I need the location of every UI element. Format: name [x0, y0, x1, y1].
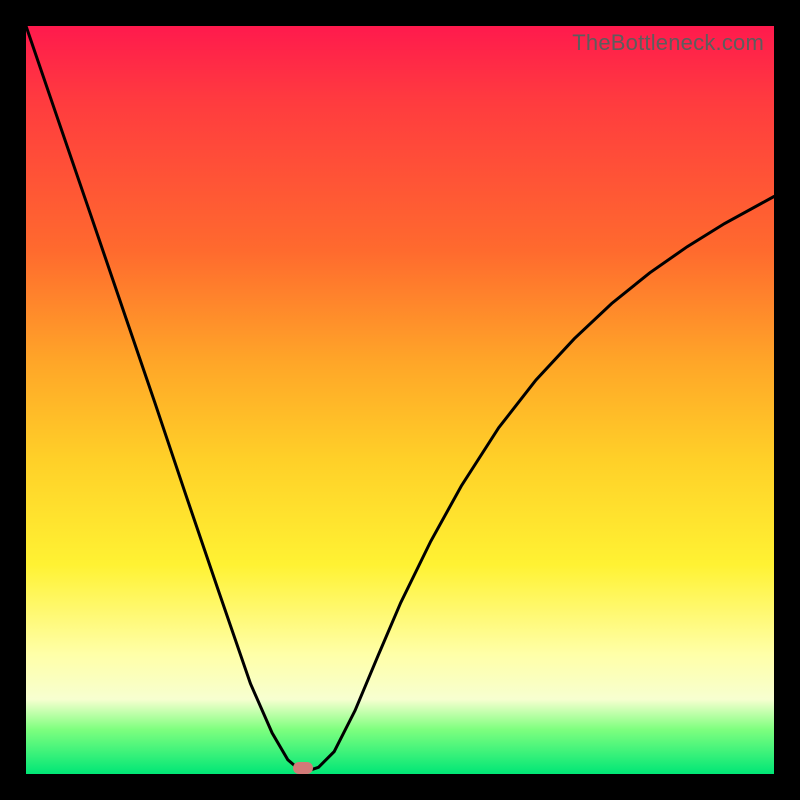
bottleneck-curve	[26, 26, 774, 774]
plot-area: TheBottleneck.com	[26, 26, 774, 774]
chart-frame: TheBottleneck.com	[0, 0, 800, 800]
curve-path	[26, 26, 774, 773]
optimum-marker	[293, 762, 313, 774]
